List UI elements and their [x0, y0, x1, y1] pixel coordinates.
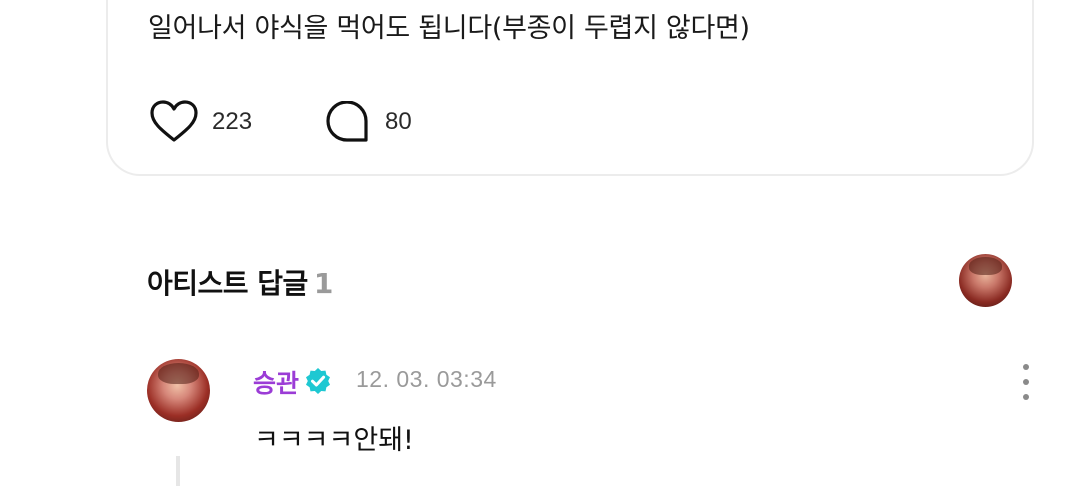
- verified-badge-icon: [306, 368, 330, 394]
- post-text: 일어나서 야식을 먹어도 됩니다(부종이 두렵지 않다면): [148, 13, 750, 44]
- thread-line: [176, 456, 180, 486]
- reply-timestamp: 12. 03. 03:34: [356, 366, 497, 392]
- artist-replies-count: 1: [313, 267, 333, 300]
- more-options-icon[interactable]: [1014, 364, 1038, 400]
- comment-button[interactable]: 80: [325, 101, 412, 143]
- more-dot: [1023, 364, 1029, 370]
- comment-count: 80: [385, 108, 412, 135]
- more-dot: [1023, 379, 1029, 385]
- reply-text: ㅋㅋㅋㅋ안돼!: [254, 425, 414, 456]
- comment-bubble-icon: [326, 101, 368, 142]
- more-dot: [1023, 394, 1029, 400]
- reply-author-avatar[interactable]: [147, 359, 210, 422]
- artist-replies-heading: 아티스트 답글 1: [147, 262, 333, 302]
- like-count: 223: [212, 108, 253, 135]
- heart-icon: [150, 100, 198, 142]
- artist-replies-title: 아티스트 답글: [147, 267, 308, 300]
- reply-author-name[interactable]: 승관: [253, 364, 299, 400]
- avatar-image: [968, 257, 1003, 276]
- like-button[interactable]: 223: [150, 100, 252, 144]
- artist-avatar[interactable]: [959, 254, 1012, 307]
- avatar-image: [158, 362, 199, 385]
